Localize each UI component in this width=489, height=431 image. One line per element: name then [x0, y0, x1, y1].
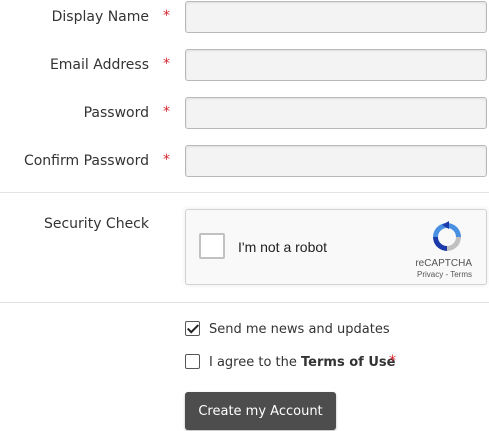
recaptcha-privacy-terms[interactable]: Privacy - Terms	[417, 270, 472, 279]
required-marker: *	[163, 152, 170, 168]
recaptcha-checkbox[interactable]	[199, 233, 225, 259]
required-marker: *	[389, 353, 396, 369]
display-name-label: Display Name	[51, 9, 149, 25]
recaptcha-logo-icon	[433, 221, 461, 251]
recaptcha-widget: I'm not a robot reCAPTCHA Privacy - Term…	[185, 209, 487, 285]
security-check-label: Security Check	[43, 216, 149, 232]
required-marker: *	[163, 104, 170, 120]
section-divider	[0, 302, 489, 303]
confirm-password-label: Confirm Password	[23, 153, 149, 169]
newsletter-label: Send me news and updates	[209, 322, 390, 337]
terms-of-use-link[interactable]: Terms of Use	[301, 355, 395, 370]
terms-checkbox[interactable]	[185, 354, 200, 369]
terms-label: I agree to the Terms of Use	[209, 355, 395, 370]
confirm-password-input[interactable]	[185, 145, 487, 177]
section-divider	[0, 192, 489, 193]
display-name-input[interactable]	[185, 1, 487, 33]
email-input[interactable]	[185, 49, 487, 81]
recaptcha-text: I'm not a robot	[238, 239, 328, 255]
required-marker: *	[163, 8, 170, 24]
required-marker: *	[163, 56, 170, 72]
recaptcha-brand: reCAPTCHA	[415, 258, 472, 269]
create-account-button[interactable]: Create my Account	[185, 392, 336, 430]
password-input[interactable]	[185, 97, 487, 129]
terms-prefix: I agree to the	[209, 355, 297, 370]
password-label: Password	[83, 105, 149, 121]
email-label: Email Address	[49, 57, 149, 73]
newsletter-checkbox[interactable]	[185, 321, 200, 336]
